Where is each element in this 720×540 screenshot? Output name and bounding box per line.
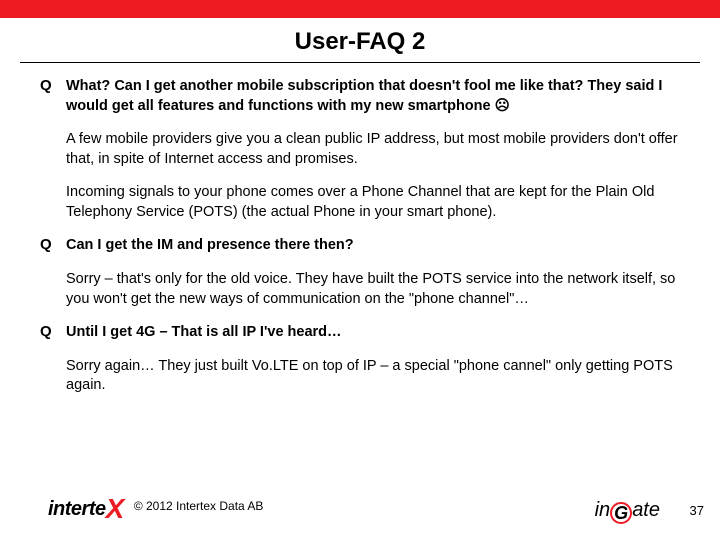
q-marker: Q: [40, 323, 66, 343]
footer: interteX © 2012 Intertex Data AB inGate …: [0, 492, 720, 522]
slide: User-FAQ 2 Q What? Can I get another mob…: [0, 0, 720, 540]
q-marker: Q: [40, 236, 66, 256]
q-marker: [40, 270, 66, 309]
footer-left: interteX © 2012 Intertex Data AB: [48, 490, 263, 522]
page-number: 37: [690, 503, 704, 518]
faq-row: A few mobile providers give you a clean …: [40, 130, 680, 169]
q-marker: [40, 183, 66, 222]
intertex-logo: interteX: [48, 490, 124, 522]
sad-face-icon: ☹: [495, 98, 510, 114]
question-text: What? Can I get another mobile subscript…: [66, 78, 662, 114]
faq-row: Q What? Can I get another mobile subscri…: [40, 77, 680, 116]
faq-text: Incoming signals to your phone comes ove…: [66, 183, 680, 222]
content-area: Q What? Can I get another mobile subscri…: [0, 63, 720, 396]
faq-row: Incoming signals to your phone comes ove…: [40, 183, 680, 222]
logo-ate: ate: [632, 499, 660, 521]
logo-text-a: interte: [48, 498, 106, 520]
header-redbar: [0, 0, 720, 18]
faq-text: What? Can I get another mobile subscript…: [66, 77, 680, 116]
ingate-logo: inGate: [595, 499, 660, 522]
logo-x-icon: X: [106, 493, 124, 524]
faq-text: Sorry again… They just built Vo.LTE on t…: [66, 357, 680, 396]
logo-g-circle-icon: G: [610, 502, 632, 524]
slide-title: User-FAQ 2: [20, 18, 700, 63]
faq-text: A few mobile providers give you a clean …: [66, 130, 680, 169]
faq-row: Sorry again… They just built Vo.LTE on t…: [40, 357, 680, 396]
faq-row: Q Can I get the IM and presence there th…: [40, 236, 680, 256]
q-marker: [40, 357, 66, 396]
faq-row: Sorry – that's only for the old voice. T…: [40, 270, 680, 309]
faq-text: Until I get 4G – That is all IP I've hea…: [66, 323, 680, 343]
q-marker: [40, 130, 66, 169]
q-marker: Q: [40, 77, 66, 116]
faq-row: Q Until I get 4G – That is all IP I've h…: [40, 323, 680, 343]
copyright-text: © 2012 Intertex Data AB: [134, 499, 264, 513]
faq-text: Sorry – that's only for the old voice. T…: [66, 270, 680, 309]
logo-in: in: [595, 499, 611, 521]
faq-text: Can I get the IM and presence there then…: [66, 236, 680, 256]
